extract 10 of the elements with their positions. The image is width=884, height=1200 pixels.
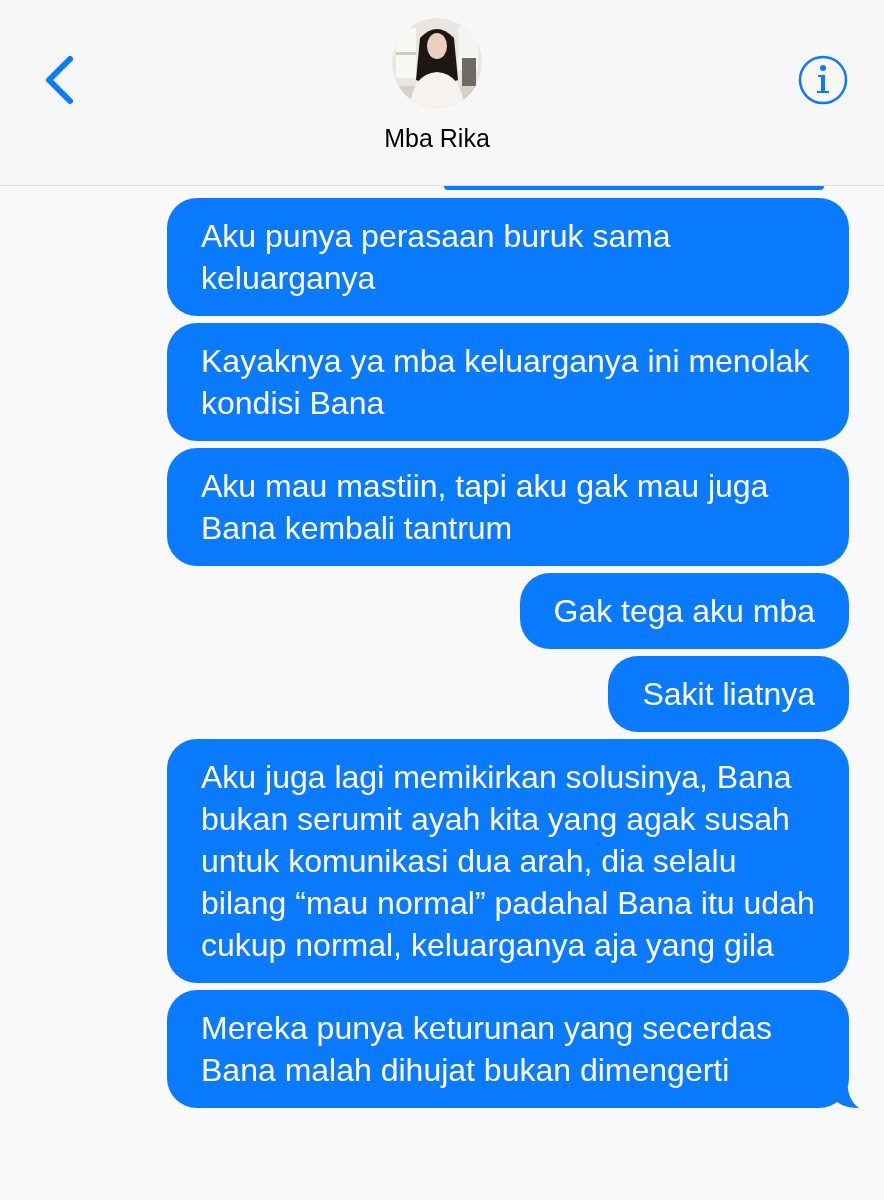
message-text: Mereka punya keturunan yang secerdas Bana malah dihujat bukan dimengerti (201, 1009, 773, 1090)
message-text: Aku punya perasaan buruk sama keluarganya (201, 217, 672, 298)
info-button[interactable] (798, 55, 848, 105)
message-text: Aku mau mastiin, tapi aku gak mau juga Bana kembali tantrum (201, 467, 770, 548)
contact-name: Mba Rika (384, 123, 490, 154)
message-text: Sakit liatnya (642, 675, 815, 714)
message-text: Aku juga lagi memikirkan solusinya, Bana bukan serumit ayah kita yang agak susah untuk komunikasi dua arah, dia selalu bilang “mau normal” padahal Bana itu udah cukup normal, keluarganya aja yang gila (201, 758, 815, 965)
message-text: Kayaknya ya mba keluarganya ini menolak kondisi Bana (201, 342, 811, 423)
message-text: Gak tega aku mba (553, 592, 815, 631)
info-icon (798, 55, 848, 105)
